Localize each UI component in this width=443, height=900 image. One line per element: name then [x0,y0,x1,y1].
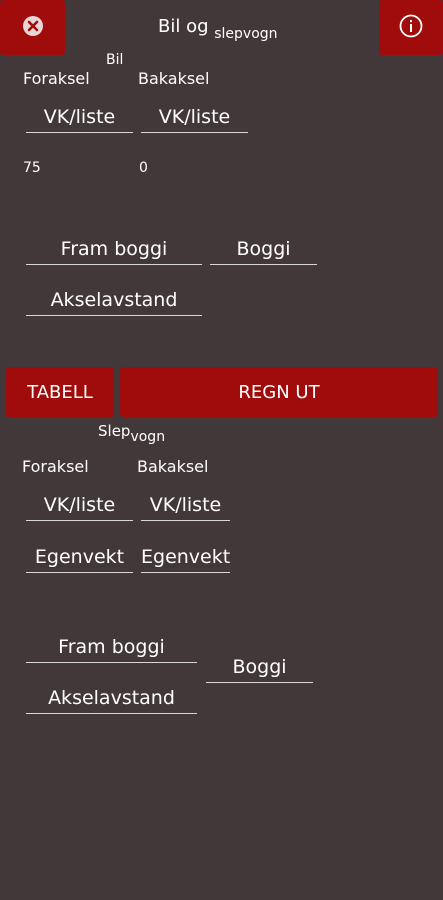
slepvogn-bakaksel-vk-input[interactable]: VK/liste [141,493,230,521]
slepvogn-akselavstand-input[interactable]: Akselavstand [26,686,197,714]
bil-foraksel-vk-input[interactable]: VK/liste [26,105,133,133]
info-circle-icon [398,13,424,43]
slepvogn-bakaksel-label: Bakaksel [137,457,209,476]
bil-foraksel-value: 75 [23,160,41,176]
close-button[interactable] [0,0,65,55]
page-title: Bil og slepvogn [158,16,278,42]
info-button[interactable] [379,0,443,55]
regn-ut-button[interactable]: REGN UT [120,367,438,417]
slepvogn-fram-boggi-input[interactable]: Fram boggi [26,635,197,663]
slepvogn-boggi-input[interactable]: Boggi [206,655,313,683]
title-sub: slepvogn [214,26,278,42]
close-circle-icon [21,14,45,42]
bil-bakaksel-vk-input[interactable]: VK/liste [141,105,248,133]
title-main: Bil og [158,16,215,37]
slepvogn-bakaksel-egenvekt-input[interactable]: Egenvekt [141,545,230,573]
slepvogn-foraksel-egenvekt-input[interactable]: Egenvekt [26,545,133,573]
slepvogn-foraksel-label: Foraksel [22,457,89,476]
bil-foraksel-label: Foraksel [23,69,90,88]
slepvogn-foraksel-vk-input[interactable]: VK/liste [26,493,133,521]
slepvogn-section-label: Slepvogn [98,422,165,445]
bil-boggi-input[interactable]: Boggi [210,237,317,265]
bil-bakaksel-label: Bakaksel [138,69,210,88]
bil-bakaksel-value: 0 [139,160,148,176]
slepvogn-label-sub: vogn [130,429,166,445]
bil-akselavstand-input[interactable]: Akselavstand [26,288,202,316]
bil-fram-boggi-input[interactable]: Fram boggi [26,237,202,265]
slepvogn-label-main: Slep [98,422,131,440]
tabell-button[interactable]: TABELL [6,367,114,417]
bil-section-label: Bil [106,52,124,68]
